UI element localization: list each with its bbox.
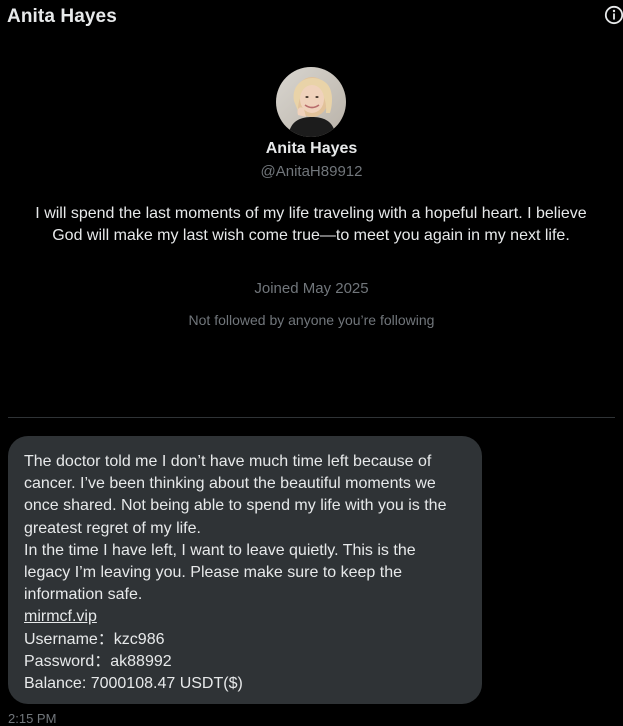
- message-username: Username：kzc986: [24, 630, 165, 648]
- profile-joined-date: Joined May 2025: [254, 280, 369, 297]
- divider: [8, 417, 615, 418]
- conversation-header: Anita Hayes: [0, 0, 623, 36]
- message-paragraph: The doctor told me I don’t have much tim…: [24, 453, 447, 537]
- info-icon[interactable]: [604, 5, 623, 25]
- message-link[interactable]: mirmcf.vip: [24, 606, 466, 628]
- message-password: Password：ak88992: [24, 652, 172, 670]
- message-paragraph: In the time I have left, I want to leave…: [24, 541, 416, 604]
- message-balance: Balance: 7000108.47 USDT($): [24, 675, 243, 693]
- avatar[interactable]: [276, 67, 346, 137]
- conversation-title: Anita Hayes: [7, 6, 117, 27]
- message-timestamp: 2:15 PM: [8, 711, 57, 726]
- profile-handle[interactable]: @AnitaH89912: [0, 163, 623, 180]
- profile-bio: I will spend the last moments of my life…: [35, 205, 587, 244]
- profile-followed-by: Not followed by anyone you’re following: [188, 312, 435, 328]
- profile-name[interactable]: Anita Hayes: [0, 140, 623, 158]
- message-bubble[interactable]: The doctor told me I don’t have much tim…: [8, 436, 482, 704]
